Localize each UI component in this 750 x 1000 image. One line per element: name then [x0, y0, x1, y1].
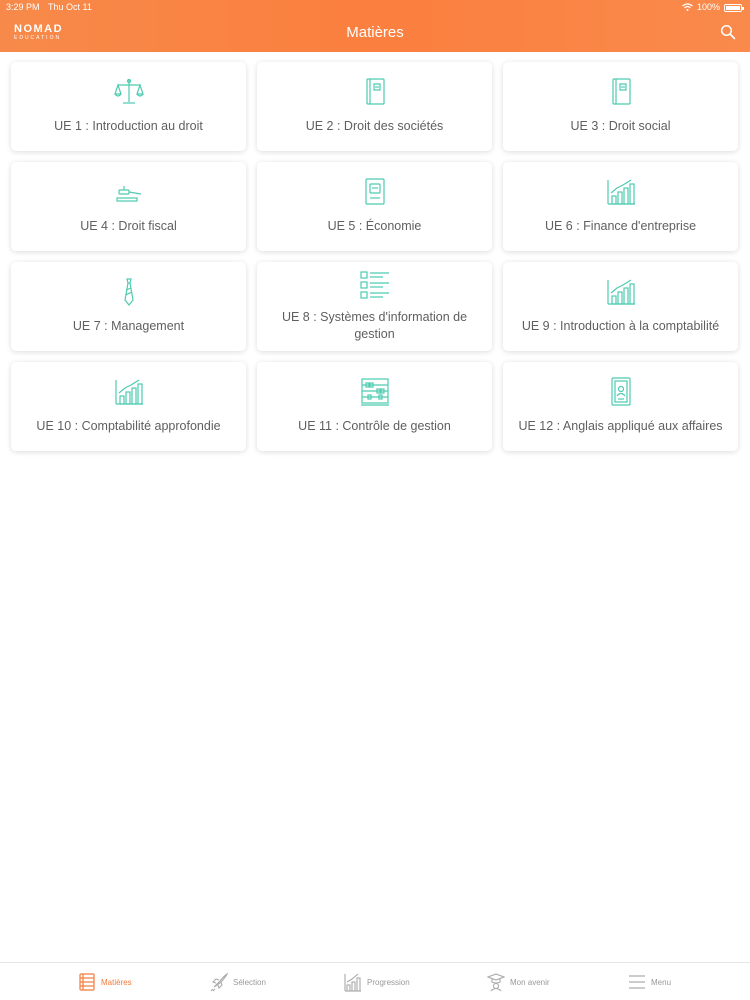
- tab-matieres[interactable]: Matières: [78, 963, 132, 1000]
- tab-mon-avenir[interactable]: Mon avenir: [487, 963, 550, 1000]
- subject-card-ue2[interactable]: UE 2 : Droit des sociétés: [257, 62, 492, 151]
- book-icon: [365, 78, 385, 105]
- scales-icon: [113, 78, 144, 104]
- subject-label: UE 7 : Management: [72, 319, 185, 333]
- tab-label: Mon avenir: [510, 977, 550, 987]
- subject-card-ue10[interactable]: UE 10 : Comptabilité approfondie: [11, 362, 246, 451]
- tie-icon: [123, 278, 134, 306]
- checklist-icon: [359, 271, 389, 299]
- ledger-icon: [364, 178, 385, 205]
- app-header: 3:29 PM Thu Oct 11 100% NOMAD EDUCATION …: [0, 0, 750, 52]
- subject-label: UE 11 : Contrôle de gestion: [298, 419, 451, 433]
- graduation-icon: [487, 973, 505, 992]
- subjects-grid: UE 1 : Introduction au droit UE 2 : Droi…: [11, 62, 738, 451]
- subject-card-ue6[interactable]: UE 6 : Finance d'entreprise: [503, 162, 738, 251]
- battery-level: 100%: [696, 2, 720, 12]
- status-date: Thu Oct 11: [48, 2, 92, 12]
- progress-chart-icon: [344, 973, 361, 992]
- wifi-icon: [682, 3, 693, 11]
- tab-label: Matières: [101, 977, 132, 987]
- status-time: 3:29 PM: [6, 2, 40, 12]
- subject-card-ue4[interactable]: UE 4 : Droit fiscal: [11, 162, 246, 251]
- status-bar: 3:29 PM Thu Oct 11 100%: [0, 0, 750, 14]
- subject-card-ue3[interactable]: UE 3 : Droit social: [503, 62, 738, 151]
- rocket-icon: [210, 972, 228, 992]
- subjects-icon: [79, 973, 95, 991]
- subject-card-ue9[interactable]: UE 9 : Introduction à la comptabilité: [503, 262, 738, 351]
- growth-chart-icon: [606, 179, 635, 205]
- subject-label: UE 2 : Droit des sociétés: [305, 119, 444, 133]
- book-icon: [611, 78, 631, 105]
- growth-chart-icon: [114, 379, 143, 405]
- battery-icon: [724, 3, 744, 12]
- search-icon[interactable]: [720, 24, 736, 40]
- subject-label: UE 10 : Comptabilité approfondie: [36, 419, 221, 433]
- page-title: Matières: [346, 24, 404, 41]
- tab-label: Sélection: [233, 977, 266, 987]
- subject-label: UE 12 : Anglais appliqué aux affaires: [518, 419, 723, 433]
- subject-card-ue11[interactable]: UE 11 : Contrôle de gestion: [257, 362, 492, 451]
- status-right: 100%: [682, 0, 744, 14]
- subject-label: UE 8 : Systèmes d'information de gestion: [281, 310, 468, 341]
- abacus-icon: [360, 378, 389, 406]
- tab-label: Menu: [651, 977, 672, 987]
- subject-label: UE 1 : Introduction au droit: [54, 119, 203, 133]
- menu-icon: [629, 975, 645, 989]
- subject-card-ue7[interactable]: UE 7 : Management: [11, 262, 246, 351]
- tab-selection[interactable]: Sélection: [210, 963, 266, 1000]
- passport-icon: [610, 377, 631, 406]
- subject-card-ue12[interactable]: UE 12 : Anglais appliqué aux affaires: [503, 362, 738, 451]
- subject-label: UE 5 : Économie: [327, 219, 422, 233]
- gavel-icon: [115, 186, 141, 202]
- bottom-tab-bar: Matières Sélection Progression Mon aveni…: [0, 962, 750, 1000]
- tab-progression[interactable]: Progression: [344, 963, 410, 1000]
- subject-card-ue1[interactable]: UE 1 : Introduction au droit: [11, 62, 246, 151]
- subject-card-ue8[interactable]: UE 8 : Systèmes d'information de gestion: [257, 262, 492, 351]
- subject-label: UE 9 : Introduction à la comptabilité: [521, 319, 720, 333]
- subject-card-ue5[interactable]: UE 5 : Économie: [257, 162, 492, 251]
- subject-label: UE 6 : Finance d'entreprise: [544, 219, 697, 233]
- growth-chart-icon: [606, 279, 635, 305]
- subject-label: UE 3 : Droit social: [570, 119, 671, 133]
- subject-label: UE 4 : Droit fiscal: [80, 219, 177, 233]
- tab-menu[interactable]: Menu: [628, 963, 671, 1000]
- tab-label: Progression: [367, 977, 410, 987]
